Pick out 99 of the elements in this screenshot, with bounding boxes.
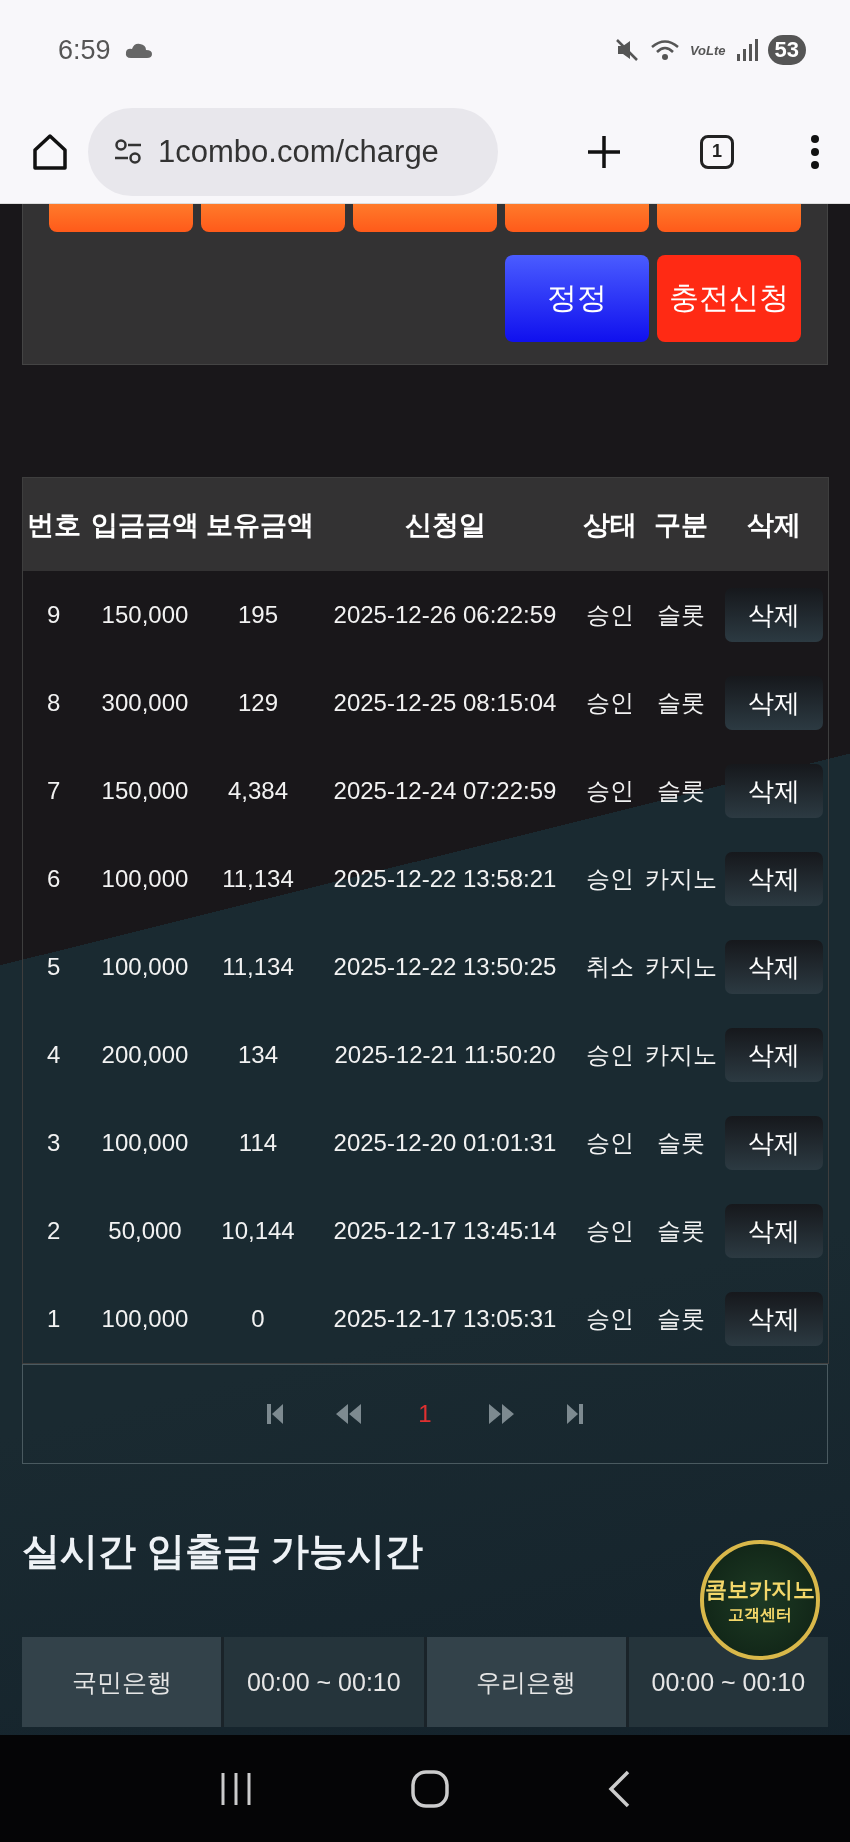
bank-name: 우리은행 bbox=[426, 1637, 626, 1727]
delete-button[interactable]: 삭제 bbox=[725, 588, 824, 642]
table-cell: 6 bbox=[22, 835, 85, 923]
table-cell: 0 bbox=[205, 1275, 311, 1364]
section-title: 실시간 입출금 가능시간 bbox=[22, 1529, 424, 1574]
site-settings-icon bbox=[114, 138, 142, 165]
table-cell: 5 bbox=[22, 923, 85, 1011]
column-header: 입금금액 bbox=[84, 477, 206, 571]
table-cell-text: 300,000 bbox=[100, 688, 190, 718]
table-cell: 100,000 bbox=[84, 1275, 206, 1364]
column-header: 신청일 bbox=[310, 477, 580, 571]
mute-icon bbox=[613, 37, 640, 63]
badge-title: 콤보카지노 bbox=[705, 1575, 815, 1604]
table-cell: 8 bbox=[22, 659, 85, 747]
table-cell-text: 슬롯 bbox=[655, 776, 706, 806]
more-icon[interactable] bbox=[810, 133, 820, 170]
table-cell-text: 카지노 bbox=[643, 864, 718, 894]
delete-button[interactable]: 삭제 bbox=[725, 940, 824, 994]
table-cell: 150,000 bbox=[84, 571, 206, 659]
table-cell-text: 취소 bbox=[585, 952, 635, 982]
table-cell: 3 bbox=[22, 1099, 85, 1187]
table-cell-text: 승인 bbox=[585, 776, 635, 806]
table-cell: 7 bbox=[22, 747, 85, 835]
table-cell-text: 승인 bbox=[585, 1216, 635, 1246]
column-header: 보유금액 bbox=[205, 477, 311, 571]
table-cell-text: 100,000 bbox=[100, 864, 190, 894]
table-cell-text: 2025-12-22 13:50:25 bbox=[332, 952, 558, 982]
column-header: 상태 bbox=[579, 477, 641, 571]
column-header: 구분 bbox=[640, 477, 721, 571]
table-cell-text: 카지노 bbox=[643, 952, 718, 982]
delete-button[interactable]: 삭제 bbox=[725, 1204, 824, 1258]
home-button-icon[interactable] bbox=[410, 1768, 450, 1809]
table-cell-text: 2025-12-24 07:22:59 bbox=[332, 776, 558, 806]
correct-button[interactable]: 정정 bbox=[505, 255, 649, 342]
table-cell-text: 승인 bbox=[585, 864, 635, 894]
apply-button[interactable]: 충전신청 bbox=[657, 255, 801, 342]
table-cell-text: 200,000 bbox=[100, 1040, 190, 1070]
next-page-icon[interactable] bbox=[487, 1402, 516, 1426]
column-header: 삭제 bbox=[720, 477, 829, 571]
table-cell: 1 bbox=[22, 1275, 85, 1364]
table-cell: 2025-12-26 06:22:59 bbox=[310, 571, 580, 659]
battery-level: 53 bbox=[767, 35, 806, 65]
table-cell: 9 bbox=[22, 571, 85, 659]
table-cell-text: 슬롯 bbox=[655, 1128, 706, 1158]
table-cell-text: 2025-12-21 11:50:20 bbox=[333, 1040, 557, 1070]
delete-button[interactable]: 삭제 bbox=[725, 676, 824, 730]
table-cell: 2 bbox=[22, 1187, 85, 1275]
table-cell-text: 10,144 bbox=[220, 1216, 296, 1246]
hours-cell: 00:00 ~ 00:10 bbox=[628, 1637, 828, 1727]
table-cell-text: 100,000 bbox=[100, 1128, 190, 1158]
table-cell-text: 114 bbox=[237, 1128, 279, 1158]
clock-time: 6:59 bbox=[58, 34, 111, 66]
table-cell: 슬롯 bbox=[640, 1275, 721, 1364]
cloud-icon bbox=[124, 41, 153, 59]
delete-button[interactable]: 삭제 bbox=[725, 852, 824, 906]
back-icon[interactable] bbox=[607, 1769, 632, 1808]
delete-button[interactable]: 삭제 bbox=[725, 1116, 824, 1170]
table-cell-text: 카지노 bbox=[643, 1040, 718, 1070]
table-cell-text: 50,000 bbox=[107, 1216, 183, 1246]
table-cell: 195 bbox=[205, 571, 311, 659]
table-cell-text: 2025-12-17 13:45:14 bbox=[332, 1216, 558, 1246]
previous-page-icon[interactable] bbox=[334, 1402, 363, 1426]
delete-button[interactable]: 삭제 bbox=[725, 1028, 824, 1082]
table-cell-text: 150,000 bbox=[100, 776, 190, 806]
delete-button[interactable]: 삭제 bbox=[725, 1292, 824, 1346]
home-icon[interactable] bbox=[30, 131, 70, 172]
table-cell: 승인 bbox=[579, 1275, 641, 1364]
network-label: VoLte bbox=[689, 42, 726, 58]
table-cell: 2025-12-17 13:05:31 bbox=[310, 1275, 580, 1364]
first-page-icon[interactable] bbox=[266, 1402, 285, 1426]
url-text: 1combo.com/charge bbox=[158, 133, 439, 170]
hours-cell: 00:00 ~ 00:10 bbox=[224, 1637, 424, 1727]
table-cell-text: 승인 bbox=[585, 1040, 635, 1070]
table-cell-text: 11,134 bbox=[221, 952, 295, 982]
table-cell-text: 승인 bbox=[585, 688, 635, 718]
table-cell-text: 2025-12-20 01:01:31 bbox=[332, 1128, 558, 1158]
table-cell-text: 2025-12-22 13:58:21 bbox=[332, 864, 558, 894]
table-cell: 슬롯 bbox=[640, 571, 721, 659]
table-cell-text: 슬롯 bbox=[655, 688, 706, 718]
badge-subtitle: 고객센터 bbox=[728, 1604, 792, 1625]
support-badge[interactable]: 콤보카지노 고객센터 bbox=[700, 1540, 820, 1660]
table-cell-text: 슬롯 bbox=[655, 1216, 706, 1246]
address-bar[interactable]: 1combo.com/charge bbox=[88, 107, 498, 196]
table-cell: 4 bbox=[22, 1011, 85, 1099]
tab-count[interactable]: 1 bbox=[700, 134, 734, 169]
table-cell: 승인 bbox=[579, 571, 641, 659]
table-cell-text: 4,384 bbox=[226, 776, 290, 806]
table-cell-text: 134 bbox=[236, 1040, 279, 1070]
table-cell-text: 100,000 bbox=[100, 952, 190, 982]
wifi-icon bbox=[649, 38, 680, 62]
table-cell-text: 2025-12-25 08:15:04 bbox=[332, 688, 558, 718]
bank-name: 국민은행 bbox=[22, 1637, 222, 1727]
signal-icon bbox=[735, 38, 758, 62]
last-page-icon[interactable] bbox=[565, 1402, 584, 1426]
column-header: 번호 bbox=[22, 477, 85, 571]
table-cell-text: 승인 bbox=[585, 1128, 635, 1158]
table-cell-text: 11,134 bbox=[221, 864, 295, 894]
delete-button[interactable]: 삭제 bbox=[725, 764, 824, 818]
table-cell-text: 129 bbox=[236, 688, 279, 718]
